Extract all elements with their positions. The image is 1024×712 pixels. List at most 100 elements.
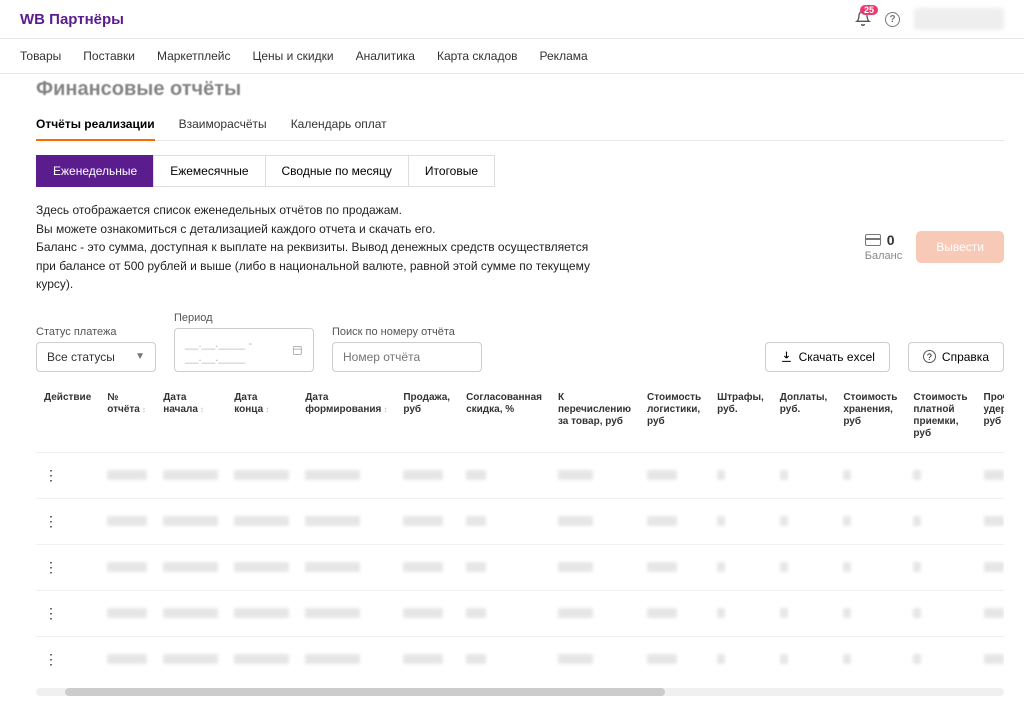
subtab[interactable]: Итоговые bbox=[408, 155, 495, 187]
cell-placeholder bbox=[234, 562, 289, 572]
page-title: Финансовые отчёты bbox=[36, 74, 1004, 109]
period-input[interactable]: __.__.____ - __.__.____ bbox=[174, 328, 314, 372]
search-filter: Поиск по номеру отчёта bbox=[332, 326, 482, 372]
help-button[interactable]: ? Справка bbox=[908, 342, 1004, 372]
cell-placeholder bbox=[717, 562, 725, 572]
nav-item[interactable]: Товары bbox=[20, 49, 61, 63]
row-actions-button[interactable]: ⋮ bbox=[44, 605, 58, 622]
subtab[interactable]: Сводные по месяцу bbox=[265, 155, 409, 187]
cell-placeholder bbox=[780, 470, 788, 480]
cell-placeholder bbox=[466, 654, 486, 664]
page-content: Финансовые отчёты Отчёты реализации Взаим… bbox=[0, 74, 1024, 712]
cell-placeholder bbox=[403, 516, 443, 526]
balance-block: 0 Баланс Вывести bbox=[865, 201, 1004, 294]
nav-item[interactable]: Цены и скидки bbox=[252, 49, 333, 63]
cell-placeholder bbox=[913, 470, 921, 480]
notifications-button[interactable]: 25 bbox=[855, 10, 871, 29]
sort-icon: ↕ bbox=[200, 405, 204, 414]
download-excel-button[interactable]: Скачать excel bbox=[765, 342, 890, 372]
status-label: Статус платежа bbox=[36, 326, 156, 338]
column-header[interactable]: Дата формирования↕ bbox=[297, 384, 395, 453]
tab[interactable]: Календарь оплат bbox=[291, 109, 387, 140]
desc-line-3: Баланс - это сумма, доступная к выплате … bbox=[36, 238, 596, 294]
cell-placeholder bbox=[163, 516, 218, 526]
period-label: Период bbox=[174, 312, 314, 324]
cell-placeholder bbox=[913, 608, 921, 618]
cell-placeholder bbox=[717, 470, 725, 480]
report-tabs: Отчёты реализации Взаиморасчёты Календарь … bbox=[36, 109, 1004, 141]
cell-placeholder bbox=[403, 470, 443, 480]
withdraw-button[interactable]: Вывести bbox=[916, 231, 1004, 263]
row-actions-button[interactable]: ⋮ bbox=[44, 651, 58, 668]
logo: WB Партнёры bbox=[20, 11, 124, 28]
chevron-down-icon: ▼ bbox=[135, 351, 145, 362]
cell-placeholder bbox=[984, 562, 1004, 572]
horizontal-scrollbar[interactable] bbox=[36, 688, 1004, 696]
search-label: Поиск по номеру отчёта bbox=[332, 326, 482, 338]
column-header[interactable]: Дата конца↕ bbox=[226, 384, 297, 453]
cell-placeholder bbox=[984, 654, 1004, 664]
cell-placeholder bbox=[647, 654, 677, 664]
cell-placeholder bbox=[163, 470, 218, 480]
cell-placeholder bbox=[107, 470, 147, 480]
row-actions-button[interactable]: ⋮ bbox=[44, 467, 58, 484]
cell-placeholder bbox=[107, 562, 147, 572]
help-icon[interactable]: ? bbox=[885, 12, 900, 27]
cell-placeholder bbox=[647, 562, 677, 572]
column-header: Согласованная скидка, % bbox=[458, 384, 550, 453]
cell-placeholder bbox=[780, 562, 788, 572]
tab[interactable]: Взаиморасчёты bbox=[179, 109, 267, 140]
reports-table-wrap: Действие№ отчёта↕Дата начала↕Дата конца↕… bbox=[36, 384, 1004, 682]
question-icon: ? bbox=[923, 350, 936, 363]
cell-placeholder bbox=[305, 654, 360, 664]
search-input[interactable] bbox=[343, 350, 471, 364]
cell-placeholder bbox=[234, 608, 289, 618]
cell-placeholder bbox=[107, 608, 147, 618]
table-row: ⋮ bbox=[36, 544, 1004, 590]
status-filter: Статус платежа Все статусы ▼ bbox=[36, 326, 156, 372]
nav-item[interactable]: Поставки bbox=[83, 49, 135, 63]
cell-placeholder bbox=[305, 608, 360, 618]
download-label: Скачать excel bbox=[799, 350, 875, 364]
cell-placeholder bbox=[403, 562, 443, 572]
subtab[interactable]: Еженедельные bbox=[36, 155, 154, 187]
nav-item[interactable]: Аналитика bbox=[356, 49, 415, 63]
cell-placeholder bbox=[305, 470, 360, 480]
period-placeholder: __.__.____ - __.__.____ bbox=[185, 336, 284, 364]
cell-placeholder bbox=[305, 516, 360, 526]
scroll-thumb[interactable] bbox=[65, 688, 665, 696]
column-header: Стоимость платной приемки, руб bbox=[905, 384, 975, 453]
cell-placeholder bbox=[305, 562, 360, 572]
tab[interactable]: Отчёты реализации bbox=[36, 109, 155, 141]
subtab[interactable]: Ежемесячные bbox=[153, 155, 265, 187]
status-select[interactable]: Все статусы ▼ bbox=[36, 342, 156, 372]
cell-placeholder bbox=[843, 562, 851, 572]
cell-placeholder bbox=[107, 654, 147, 664]
balance-info: 0 Баланс bbox=[865, 232, 902, 262]
row-actions-button[interactable]: ⋮ bbox=[44, 559, 58, 576]
filter-bar: Статус платежа Все статусы ▼ Период __._… bbox=[36, 312, 1004, 372]
column-header: Действие bbox=[36, 384, 99, 453]
column-header[interactable]: Дата начала↕ bbox=[155, 384, 226, 453]
cell-placeholder bbox=[466, 470, 486, 480]
cell-placeholder bbox=[403, 608, 443, 618]
nav-item[interactable]: Реклама bbox=[540, 49, 588, 63]
cell-placeholder bbox=[234, 470, 289, 480]
cell-placeholder bbox=[984, 608, 1004, 618]
desc-line-1: Здесь отображается список еженедельных о… bbox=[36, 201, 596, 220]
main-nav: Товары Поставки Маркетплейс Цены и скидки Ан… bbox=[0, 39, 1024, 74]
nav-item[interactable]: Маркетплейс bbox=[157, 49, 231, 63]
column-header[interactable]: № отчёта↕ bbox=[99, 384, 155, 453]
table-row: ⋮ bbox=[36, 636, 1004, 682]
profile-area[interactable] bbox=[914, 8, 1004, 30]
period-subtabs: ЕженедельныеЕжемесячныеСводные по месяцу… bbox=[36, 155, 1004, 187]
cell-placeholder bbox=[466, 608, 486, 618]
column-header: К перечислению за товар, руб bbox=[550, 384, 639, 453]
cell-placeholder bbox=[403, 654, 443, 664]
search-input-wrap[interactable] bbox=[332, 342, 482, 372]
nav-item[interactable]: Карта складов bbox=[437, 49, 518, 63]
cell-placeholder bbox=[647, 608, 677, 618]
cell-placeholder bbox=[843, 654, 851, 664]
cell-placeholder bbox=[717, 516, 725, 526]
row-actions-button[interactable]: ⋮ bbox=[44, 513, 58, 530]
